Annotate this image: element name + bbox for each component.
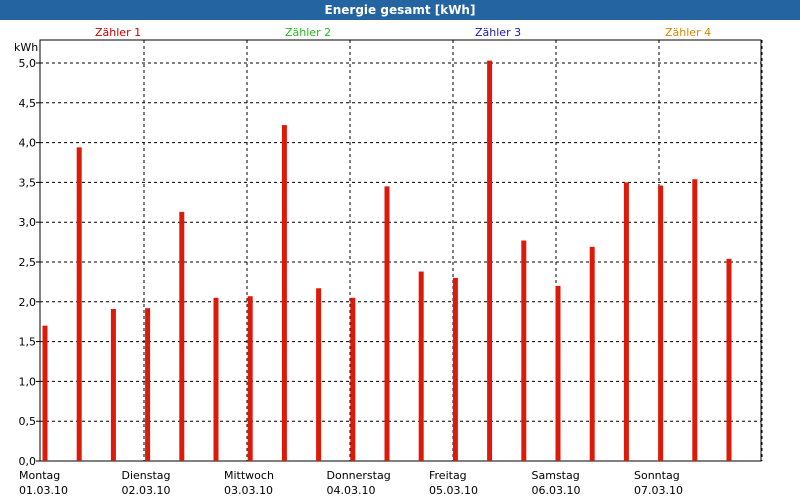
bar	[384, 186, 390, 461]
bar	[247, 296, 253, 461]
bar	[623, 182, 629, 461]
x-day-label: Mittwoch	[224, 469, 274, 482]
bar	[487, 60, 493, 461]
x-day-label: Freitag	[429, 469, 467, 482]
y-tick-label: 0,5	[19, 415, 37, 428]
bar	[589, 246, 595, 461]
legend-item: Zähler 2	[285, 26, 331, 39]
y-tick-label: 4,0	[19, 137, 37, 150]
y-tick-label: 2,0	[19, 296, 37, 309]
x-day-label: Sonntag	[634, 469, 680, 482]
legend-item: Zähler 1	[95, 26, 141, 39]
bar	[555, 285, 561, 461]
bar	[179, 211, 185, 461]
legend-item: Zähler 3	[475, 26, 521, 39]
y-tick-label: 1,0	[19, 375, 37, 388]
y-tick-label: 3,5	[19, 176, 37, 189]
bar	[145, 308, 151, 461]
y-axis-label: kWh	[14, 41, 38, 54]
x-date-label: 04.03.10	[327, 484, 376, 497]
bar	[316, 288, 322, 461]
y-tick-label: 5,0	[19, 57, 37, 70]
bar	[76, 147, 82, 461]
x-date-label: 06.03.10	[532, 484, 581, 497]
x-date-label: 01.03.10	[19, 484, 68, 497]
x-day-label: Samstag	[532, 469, 580, 482]
y-tick-label: 3,0	[19, 216, 37, 229]
x-date-label: 07.03.10	[634, 484, 683, 497]
bar	[213, 297, 219, 461]
bar	[692, 179, 698, 461]
bar	[281, 125, 287, 461]
x-date-label: 03.03.10	[224, 484, 273, 497]
bar	[42, 325, 48, 461]
bar	[726, 258, 732, 461]
bar	[452, 277, 458, 461]
bar	[418, 271, 424, 461]
chart: 0,0 0,5 1,0 1,5 2,0 2,5 3,0 3,5 4,0 4,5 5,0 kWh Mont…	[14, 26, 763, 497]
x-date-label: 02.03.10	[122, 484, 171, 497]
y-tick-label: 0,0	[19, 455, 37, 468]
x-day-label: Dienstag	[122, 469, 171, 482]
x-day-label: Donnerstag	[327, 469, 391, 482]
bar	[350, 297, 356, 461]
x-date-label: 05.03.10	[429, 484, 478, 497]
bar	[658, 185, 664, 462]
chart-window: Energie gesamt [kWh] 0,0 0,5 1,0 1,5 2,0 2,5 3…	[0, 0, 800, 500]
y-tick-label: 2,5	[19, 256, 37, 269]
y-tick-label: 1,5	[19, 336, 37, 349]
x-day-label: Montag	[19, 469, 60, 482]
legend-item: Zähler 4	[665, 26, 711, 39]
y-tick-label: 4,5	[19, 97, 37, 110]
bar	[521, 240, 527, 461]
bar	[110, 308, 116, 461]
